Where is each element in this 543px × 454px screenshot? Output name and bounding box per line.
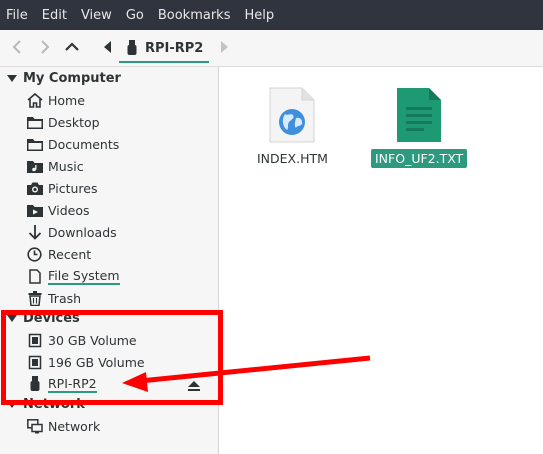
clock-icon xyxy=(26,246,43,263)
sidebar-item-label: Documents xyxy=(48,136,120,152)
trash-icon xyxy=(26,290,43,307)
file-info-uf2-txt[interactable]: INFO_UF2.TXT xyxy=(371,87,468,168)
sidebar-item-trash[interactable]: Trash xyxy=(26,287,81,309)
folder-icon xyxy=(26,136,43,153)
sidebar-item-label: Pictures xyxy=(48,180,98,196)
chevron-up-icon xyxy=(65,42,79,51)
menu-view[interactable]: View xyxy=(74,8,119,23)
toolbar: RPI-RP2 xyxy=(0,30,543,67)
sidebar-item-label: Recent xyxy=(48,246,92,262)
menubar: File Edit View Go Bookmarks Help xyxy=(0,0,543,30)
sidebar-item-home[interactable]: Home xyxy=(26,89,85,111)
network-icon xyxy=(26,418,43,435)
breadcrumb-right-button[interactable] xyxy=(215,38,233,56)
file-icon xyxy=(26,268,43,285)
sidebar-item-videos[interactable]: Videos xyxy=(26,199,90,221)
sidebar-item-label: Desktop xyxy=(48,114,100,130)
home-icon xyxy=(26,92,43,109)
expand-arrow-icon xyxy=(7,74,17,82)
file-index-htm[interactable]: INDEX.HTM xyxy=(253,87,332,168)
sidebar-item-network[interactable]: Network xyxy=(26,415,100,437)
camera-icon xyxy=(26,180,43,197)
menu-edit[interactable]: Edit xyxy=(35,8,74,23)
sidebar-item-downloads[interactable]: Downloads xyxy=(26,221,117,243)
chevron-right-icon xyxy=(41,40,50,54)
breadcrumb-rpi-rp2[interactable]: RPI-RP2 xyxy=(119,35,209,63)
file-name: INFO_UF2.TXT xyxy=(371,149,468,168)
music-icon xyxy=(26,158,43,175)
sidebar-item-file-system[interactable]: File System xyxy=(26,265,120,287)
file-name: INDEX.HTM xyxy=(257,151,328,166)
annotation-highlight-box xyxy=(1,310,223,405)
back-button[interactable] xyxy=(8,38,26,56)
sidebar-item-music[interactable]: Music xyxy=(26,155,84,177)
menu-go[interactable]: Go xyxy=(119,8,151,23)
breadcrumb-label: RPI-RP2 xyxy=(145,40,204,56)
text-document-icon xyxy=(397,88,442,142)
sidebar-item-desktop[interactable]: Desktop xyxy=(26,111,100,133)
sidebar-item-label: Videos xyxy=(48,202,90,218)
forward-button[interactable] xyxy=(36,38,54,56)
sidebar-item-label: Home xyxy=(48,92,85,108)
web-page-icon xyxy=(269,87,315,143)
folder-icon xyxy=(26,114,43,131)
sidebar-item-pictures[interactable]: Pictures xyxy=(26,177,98,199)
sidebar-item-label: Trash xyxy=(48,290,82,306)
menu-file[interactable]: File xyxy=(0,8,35,23)
menu-bookmarks[interactable]: Bookmarks xyxy=(151,8,238,23)
video-icon xyxy=(26,202,43,219)
chevron-left-icon xyxy=(12,40,21,54)
sidebar-item-label: Music xyxy=(48,158,84,174)
triangle-right-icon xyxy=(221,41,228,53)
section-my-computer[interactable]: My Computer xyxy=(7,68,121,88)
sidebar-item-documents[interactable]: Documents xyxy=(26,133,119,155)
sidebar-item-recent[interactable]: Recent xyxy=(26,243,91,265)
file-view[interactable]: INDEX.HTM INFO_UF2.TXT xyxy=(219,67,543,454)
up-button[interactable] xyxy=(63,38,81,56)
usb-drive-icon xyxy=(127,40,137,55)
breadcrumb-left-button[interactable] xyxy=(99,38,117,56)
section-title: My Computer xyxy=(23,70,121,86)
menu-help[interactable]: Help xyxy=(237,8,281,23)
sidebar-item-label: File System xyxy=(48,267,120,285)
sidebar-item-label: Downloads xyxy=(48,224,117,240)
triangle-left-icon xyxy=(104,41,111,53)
download-arrow-icon xyxy=(26,224,43,241)
sidebar-item-label: Network xyxy=(48,418,101,434)
